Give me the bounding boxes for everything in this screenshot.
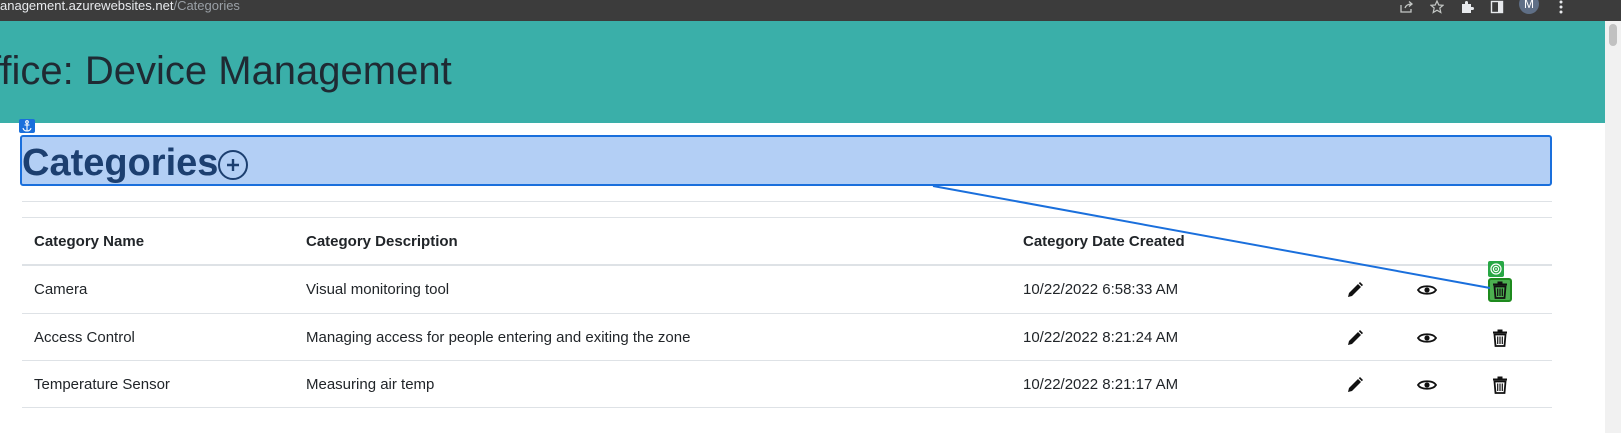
- annotation-connector: [932, 185, 1491, 289]
